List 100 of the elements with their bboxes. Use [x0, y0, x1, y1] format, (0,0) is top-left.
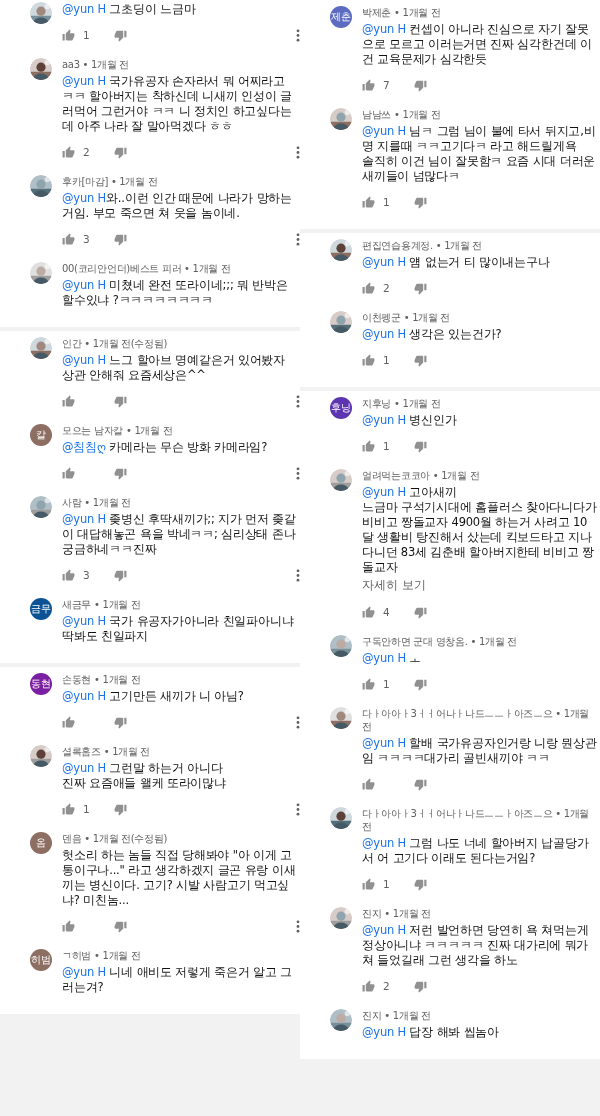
- like-count: 1: [383, 878, 390, 890]
- comment-meta: 손동현 • 1개월 전: [62, 673, 142, 686]
- like-count: 7: [383, 79, 390, 91]
- more-menu-icon[interactable]: [296, 28, 300, 42]
- thumbs-up-icon[interactable]: [362, 353, 375, 367]
- thumbs-down-icon[interactable]: [414, 353, 427, 367]
- comment-meta: 구독안하면 군대 영창옴. • 1개월 전: [362, 635, 519, 648]
- comment-meta: 이천펭군 • 1개월 전: [362, 311, 452, 324]
- thumbs-up-icon[interactable]: [62, 232, 75, 246]
- thumbs-up-icon[interactable]: [62, 145, 75, 159]
- avatar[interactable]: 금무: [30, 598, 52, 620]
- more-menu-icon[interactable]: [296, 232, 300, 246]
- comment-meta: aa3 • 1개월 전: [62, 58, 131, 71]
- comment-meta: 후카[마감] • 1개월 전: [62, 175, 159, 188]
- comment-meta: ㄱ히범 • 1개월 전: [62, 949, 142, 962]
- comment-text: @yun H 할배 국가유공자인거랑 니랑 뭔상관임 ㅋㅋㅋㅋ대가리 골빈새끼야 ㅋㅋ: [362, 736, 598, 766]
- thumbs-down-icon[interactable]: [114, 232, 127, 246]
- thumbs-up-icon[interactable]: [62, 568, 75, 582]
- thumbs-up-icon[interactable]: [362, 677, 375, 691]
- comment-text: @yun H 저런 발언하면 당연히 욕 쳐먹는게 정상아니냐 ㅋㅋㅋㅋㅋ 진짜 대가리에 뭐가 쳐 들었길래 그런 생각을 하노: [362, 923, 590, 968]
- thumbs-down-icon[interactable]: [114, 802, 127, 816]
- thumbs-up-icon[interactable]: [62, 919, 75, 933]
- comment-text: @yun H ㅗ: [362, 651, 423, 666]
- thumbs-down-icon[interactable]: [114, 145, 127, 159]
- comment-text: @yun H 국가유공자 손자라서 뭐 어찌라고 ㅋㅋ 할아버지는 착하신데 니새끼 인성이 글러먹어 그런거야 ㅋㅋ 니 정치인 하고싶다는데 아주 나라 잘 말아먹겠다 ㅎㅎ: [62, 74, 293, 134]
- read-more-link[interactable]: 자세히 보기: [362, 577, 598, 594]
- comment-meta: 박제춘 • 1개월 전: [362, 6, 442, 19]
- thumbs-down-icon[interactable]: [414, 281, 427, 295]
- comment-meta: 모으는 남자칼 • 1개월 전: [62, 424, 174, 437]
- thumbs-up-icon[interactable]: [62, 28, 75, 42]
- more-menu-icon[interactable]: [296, 466, 300, 480]
- like-count: 2: [383, 980, 390, 992]
- thumbs-up-icon[interactable]: [362, 281, 375, 295]
- more-menu-icon[interactable]: [296, 568, 300, 582]
- comment-meta: 남남쓰 • 1개월 전: [362, 108, 442, 121]
- more-menu-icon[interactable]: [296, 919, 300, 933]
- thumbs-down-icon[interactable]: [414, 979, 427, 993]
- more-menu-icon[interactable]: [296, 715, 300, 729]
- thumbs-up-icon[interactable]: [62, 715, 75, 729]
- thumbs-down-icon[interactable]: [414, 78, 427, 92]
- comment-meta: 새금무 • 1개월 전: [62, 598, 142, 611]
- comment-meta: 진지 • 1개월 전: [362, 1009, 432, 1022]
- comment-text: @yun H 님ㅋ 그럼 님이 불에 타서 뒤지고,비명 지를때 ㅋㅋ고기다ㅋ 라고 해드릴게욕 솔직히 이건 님이 잘못함ㅋ 요즘 시대 더러운 새끼들이 넘많다ㅋ: [362, 124, 597, 184]
- thumbs-down-icon[interactable]: [414, 605, 427, 619]
- comment-meta: 다ㅏ아아ㅏ3ㅓㅓ어나ㅏ나드ㅡㅡㅏ아즈ㅡ으 • 1개월 전: [362, 707, 591, 733]
- comment-text: @yun H 그초딩이 느금마: [62, 2, 197, 17]
- thumbs-down-icon[interactable]: [414, 677, 427, 691]
- thumbs-down-icon[interactable]: [114, 466, 127, 480]
- thumbs-down-icon[interactable]: [114, 919, 127, 933]
- avatar[interactable]: 옴: [30, 832, 52, 854]
- avatar[interactable]: 칼: [30, 424, 52, 446]
- avatar[interactable]: 동현: [30, 673, 52, 695]
- thumbs-up-icon[interactable]: [62, 394, 75, 408]
- like-count: 1: [83, 29, 90, 41]
- thumbs-up-icon[interactable]: [362, 78, 375, 92]
- comment-text: @yun H 얨 없는거 티 많이내는구나: [362, 255, 551, 270]
- thumbs-down-icon[interactable]: [414, 439, 427, 453]
- thumbs-up-icon[interactable]: [362, 439, 375, 453]
- thumbs-up-icon[interactable]: [62, 466, 75, 480]
- comment-text: @yun H 느그 할아브 명예같은거 있어봤자 상관 안해줘 요즘세상은^^: [62, 353, 287, 383]
- avatar[interactable]: 제춘: [330, 6, 352, 28]
- thumbs-up-icon[interactable]: [362, 877, 375, 891]
- thumbs-down-icon[interactable]: [114, 28, 127, 42]
- comment-text: @yun H 미쳤네 완전 또라이네;;; 뭐 반박은 할수있냐 ?ㅋㅋㅋㅋㅋㅋㅋㅋ: [62, 278, 289, 308]
- comment-text: @yun H 컨셉이 아니라 진심으로 자기 잘못으로 모르고 이러는거면 진짜 심각한건데 이건 교육문제가 심각한듯: [362, 22, 593, 67]
- like-count: 1: [383, 354, 390, 366]
- thumbs-up-icon[interactable]: [362, 979, 375, 993]
- comment-meta: 사람 • 1개월 전: [62, 496, 132, 509]
- thumbs-up-icon[interactable]: [362, 605, 375, 619]
- comment-text: @yun H 그럼 나도 너네 할아버지 납골당가서 어 고기다 이래도 된다는거임?: [362, 836, 590, 866]
- more-menu-icon[interactable]: [296, 145, 300, 159]
- thumbs-down-icon[interactable]: [114, 715, 127, 729]
- thumbs-down-icon[interactable]: [414, 777, 427, 791]
- comment-text: @yun H 국가 유공자가아니라 친일파아니냐 딱봐도 친일파지: [62, 614, 295, 644]
- comment-text: @yun H 고기만든 새끼가 니 아님?: [62, 689, 245, 704]
- comment-meta: 셜록홈즈 • 1개월 전: [62, 745, 152, 758]
- more-menu-icon[interactable]: [296, 802, 300, 816]
- comment-meta: 얼려먹는코코아 • 1개월 전: [362, 469, 481, 482]
- thumbs-up-icon[interactable]: [362, 195, 375, 209]
- thumbs-down-icon[interactable]: [414, 195, 427, 209]
- like-count: 1: [383, 678, 390, 690]
- thumbs-down-icon[interactable]: [114, 568, 127, 582]
- comment-text: @yun H 생각은 있는건가?: [362, 327, 503, 342]
- comment-meta: 진지 • 1개월 전: [362, 907, 432, 920]
- comment-text: @yun H 니네 애비도 저렇게 죽은거 알고 그러는겨?: [62, 965, 293, 995]
- avatar[interactable]: 히범: [30, 949, 52, 971]
- like-count: 4: [383, 606, 390, 618]
- comment-text: @yun H 병신인가: [362, 413, 458, 428]
- like-count: 1: [383, 440, 390, 452]
- thumbs-up-icon[interactable]: [62, 802, 75, 816]
- thumbs-up-icon[interactable]: [362, 777, 375, 791]
- comment-text: @yun H 고아새끼 느금마 구석기시대에 홈플러스 찾아다니다가 비비고 짱돌교자 4900월 하는거 사려고 10달 생활비 탕진해서 샀는데 킥보드타고 지나다니던 83세 김춘배 할아버지한테 비비고 짱돌교자: [362, 485, 598, 575]
- comment-meta: 인간 • 1개월 전(수정됨): [62, 337, 169, 350]
- like-count: 3: [83, 233, 90, 245]
- thumbs-down-icon[interactable]: [114, 394, 127, 408]
- comment-meta: 다ㅏ아아ㅏ3ㅓㅓ어나ㅏ나드ㅡㅡㅏ아즈ㅡ으 • 1개월 전: [362, 807, 591, 833]
- thumbs-down-icon[interactable]: [414, 877, 427, 891]
- avatar[interactable]: 후닝: [330, 397, 352, 419]
- more-menu-icon[interactable]: [296, 394, 300, 408]
- like-count: 3: [83, 569, 90, 581]
